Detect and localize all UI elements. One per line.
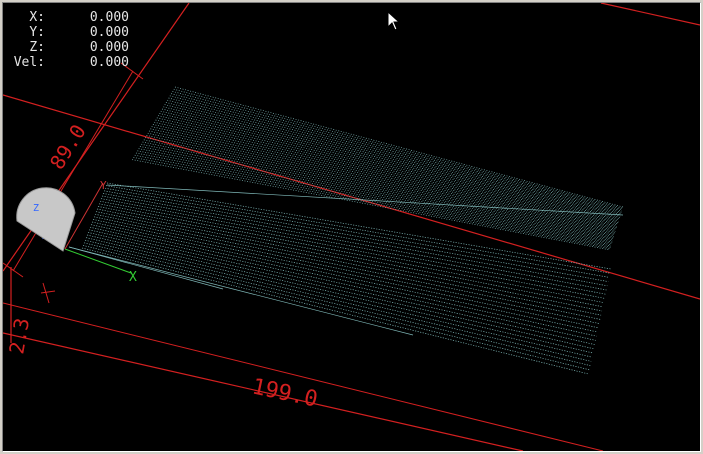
tool-cone-icon: Z xyxy=(16,187,76,252)
mouse-pointer-icon xyxy=(387,11,401,31)
toolpath-3d-view[interactable]: 199.0 89.0 2.3 X Y Z X: 0.000 Y: 0.000 Z: 0.0… xyxy=(2,2,701,452)
dimension-label-x: 199.0 xyxy=(250,374,320,412)
z-axis-label: Z xyxy=(33,203,39,214)
dimension-label-y: 89.0 xyxy=(45,120,91,174)
dro-axis-value: 0.000 xyxy=(89,10,129,25)
dim-tick-y-bottom xyxy=(3,262,24,278)
dro-axis-label: Vel: xyxy=(13,55,45,70)
limit-edge-far xyxy=(600,3,700,26)
dimension-label-z: 2.3 xyxy=(4,316,34,356)
dro-axis-label: Z: xyxy=(29,40,45,55)
dro-row: X: 0.000 xyxy=(9,10,129,25)
gcode-preview-window: 199.0 89.0 2.3 X Y Z X: 0.000 Y: 0.000 Z: 0.0… xyxy=(0,0,703,454)
x-axis-label: X xyxy=(129,270,137,285)
dro-axis-value: 0.000 xyxy=(89,55,129,70)
dro-row: Vel: 0.000 xyxy=(9,55,129,70)
dro-row: Z: 0.000 xyxy=(9,40,129,55)
dro-axis-label: X: xyxy=(29,10,45,25)
dro-axis-value: 0.000 xyxy=(89,40,129,55)
dim-line-y xyxy=(12,70,134,272)
dim-tick-z xyxy=(40,290,56,294)
dim-line-x xyxy=(3,302,604,451)
toolpath-lines xyxy=(68,86,624,375)
position-readout: X: 0.000 Y: 0.000 Z: 0.000 Vel: 0.000 xyxy=(9,10,129,70)
toolpath-scene[interactable]: 199.0 89.0 2.3 X Y Z xyxy=(3,3,700,451)
y-axis-label: Y xyxy=(100,179,107,192)
dro-row: Y: 0.000 xyxy=(9,25,129,40)
dro-axis-label: Y: xyxy=(29,25,45,40)
dro-axis-value: 0.000 xyxy=(89,25,129,40)
